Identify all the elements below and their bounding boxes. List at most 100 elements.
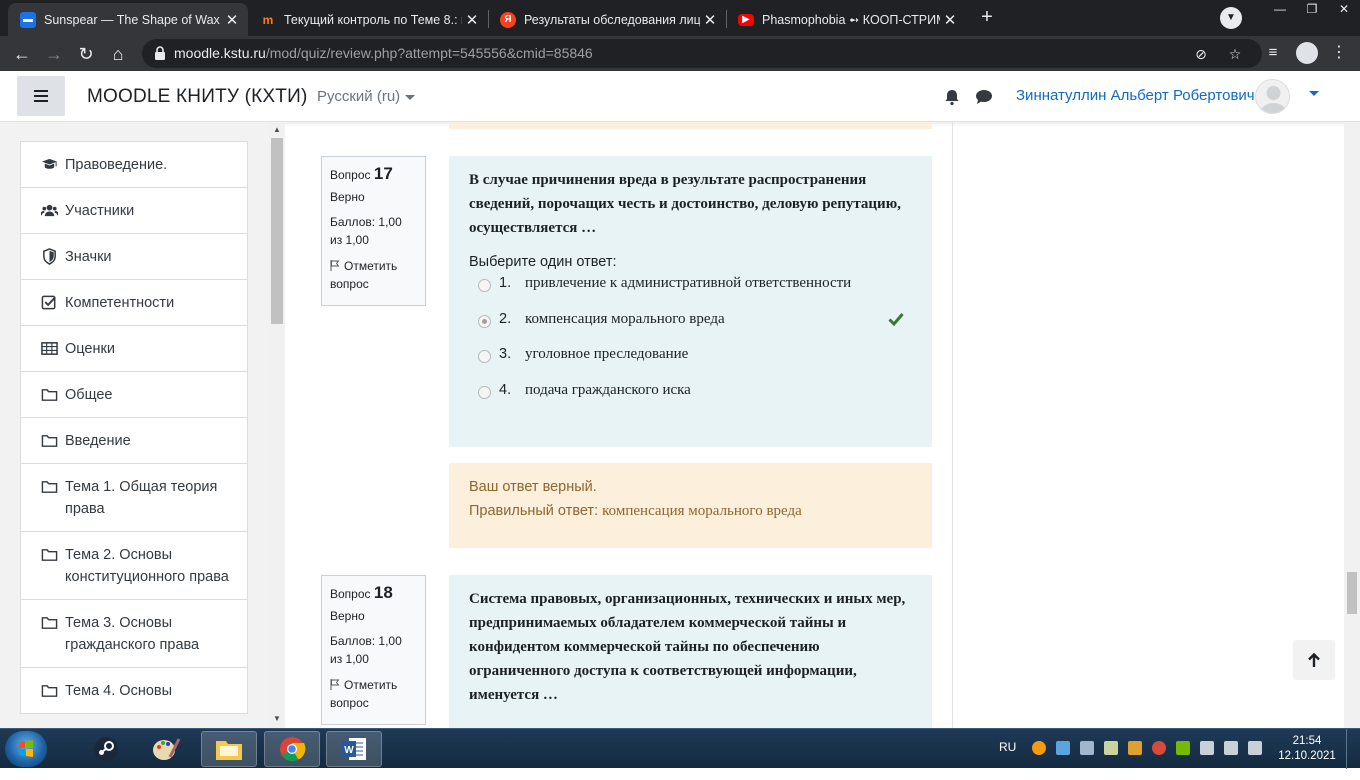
tray-nvidia-icon[interactable] — [1176, 741, 1190, 755]
nav-item-section-topic-4[interactable]: Тема 4. Основы — [20, 668, 248, 714]
folder-icon — [41, 389, 58, 401]
close-tab-icon[interactable]: ✕ — [700, 11, 720, 29]
back-to-top-button[interactable] — [1293, 640, 1335, 680]
youtube-icon: ▶ — [738, 13, 754, 26]
drawer-toggle-button[interactable] — [17, 76, 65, 116]
nav-item-course[interactable]: Правоведение. — [20, 141, 248, 188]
answer-text: уголовное преследование — [525, 346, 689, 362]
answer-radio[interactable] — [478, 279, 491, 292]
site-brand[interactable]: MOODLE КНИТУ (КХТИ) — [87, 86, 307, 108]
nav-item-grades[interactable]: Оценки — [20, 326, 248, 372]
bell-icon[interactable] — [943, 88, 961, 106]
tray-usb-icon[interactable] — [1104, 741, 1118, 755]
word-taskbar-button[interactable]: W — [326, 731, 382, 767]
system-clock[interactable]: 21:54 12.10.2021 — [1276, 734, 1338, 764]
page-scrollbar[interactable] — [1344, 122, 1360, 728]
chat-bubble-icon[interactable] — [975, 89, 993, 105]
close-tab-icon[interactable]: ✕ — [462, 11, 482, 29]
reload-button[interactable]: ↻ — [72, 40, 100, 68]
nav-item-label: Тема 1. Общая теория права — [65, 479, 218, 517]
user-avatar[interactable] — [1255, 79, 1290, 114]
maximize-button[interactable]: ❐ — [1296, 0, 1328, 20]
language-menu[interactable]: Русский (ru) — [317, 88, 416, 105]
folder-icon — [41, 435, 58, 447]
tray-network-icon[interactable] — [1080, 741, 1094, 755]
show-desktop-button[interactable] — [1346, 729, 1360, 769]
graduation-cap-icon — [41, 158, 58, 169]
course-nav-list: Правоведение. Участники Значки Компетент… — [20, 141, 248, 714]
paint-taskbar-button[interactable] — [138, 731, 194, 767]
browser-tab-1[interactable]: ▬ Sunspear — The Shape of Wax ✕ — [8, 3, 248, 36]
network-disconnected-icon[interactable] — [1224, 741, 1238, 755]
home-button[interactable]: ⌂ — [104, 40, 132, 68]
minimize-button[interactable]: — — [1264, 0, 1296, 20]
action-center-icon[interactable] — [1248, 741, 1262, 755]
chrome-icon — [280, 737, 306, 762]
forward-button[interactable]: → — [40, 40, 68, 68]
word-icon: W — [342, 738, 366, 760]
tray-app-icon[interactable] — [1032, 741, 1046, 755]
quiz-review-region: Вопрос 17 Верно Баллов: 1,00 из 1,00 Отм… — [300, 122, 952, 728]
bookmark-star-icon[interactable]: ☆ — [1226, 45, 1244, 63]
question-state: Верно — [330, 190, 365, 204]
nav-item-section-general[interactable]: Общее — [20, 372, 248, 418]
chrome-taskbar-button[interactable] — [264, 731, 320, 767]
user-menu-caret-icon[interactable] — [1309, 91, 1319, 96]
answer-radio[interactable] — [478, 350, 491, 363]
question-state: Верно — [330, 609, 365, 623]
close-tab-icon[interactable]: ✕ — [222, 11, 242, 29]
input-language[interactable]: RU — [999, 740, 1016, 780]
page-scrollbar-thumb[interactable] — [1347, 572, 1357, 614]
nav-item-participants[interactable]: Участники — [20, 188, 248, 234]
nav-item-competencies[interactable]: Компетентности — [20, 280, 248, 326]
table-icon — [41, 342, 58, 355]
right-answer: Правильный ответ: компенсация морального… — [469, 503, 912, 520]
moodle-icon: m — [262, 12, 274, 27]
answer-radio-selected[interactable] — [478, 314, 491, 328]
browser-tab-3[interactable]: Я Результаты обследования лица, ✕ — [488, 3, 726, 36]
new-tab-button[interactable]: + — [975, 6, 999, 30]
nav-item-section-intro[interactable]: Введение — [20, 418, 248, 464]
nav-item-section-topic-3[interactable]: Тема 3. Основы гражданского права — [20, 600, 248, 668]
tray-onedrive-icon[interactable] — [1056, 741, 1070, 755]
answer-number: 4. — [499, 381, 512, 398]
explorer-taskbar-button[interactable] — [201, 731, 257, 767]
browser-menu-icon[interactable]: ⋮ — [1330, 42, 1348, 64]
drawer-scrollbar-thumb[interactable] — [271, 138, 283, 324]
moodle-navbar: MOODLE КНИТУ (КХТИ) Русский (ru) Зиннату… — [0, 71, 1360, 122]
back-button[interactable]: ← — [8, 40, 36, 68]
address-bar[interactable]: moodle.kstu.ru/mod/quiz/review.php?attem… — [142, 39, 1262, 68]
browser-tab-4[interactable]: ▶ Phasmophobia ➻ КООП-СТРИМ ✕ — [726, 3, 966, 36]
question-text: В случае причинения вреда в результате р… — [469, 172, 901, 236]
reading-list-icon[interactable]: ≡ — [1262, 42, 1284, 64]
browser-profile-avatar[interactable] — [1296, 42, 1318, 64]
tray-app-icon[interactable] — [1128, 741, 1142, 755]
tab-search-icon[interactable]: ▼ — [1220, 7, 1242, 29]
close-tab-icon[interactable]: ✕ — [940, 11, 960, 29]
tray-app-icon[interactable] — [1152, 741, 1166, 755]
users-icon — [41, 204, 58, 217]
windows-taskbar: W RU 21:54 12.10.2021 — [0, 728, 1360, 769]
browser-tab-2[interactable]: m Текущий контроль по Теме 8.: п ✕ — [248, 3, 488, 36]
answer-number: 2. — [499, 310, 512, 327]
tab-title: Phasmophobia ➻ КООП-СТРИМ — [762, 13, 940, 27]
nav-item-badges[interactable]: Значки — [20, 234, 248, 280]
nav-item-section-topic-2[interactable]: Тема 2. Основы конституционного права — [20, 532, 248, 600]
eye-off-icon[interactable]: ⊘ — [1192, 45, 1210, 63]
nav-item-section-topic-1[interactable]: Тема 1. Общая теория права — [20, 464, 248, 532]
lock-icon — [155, 46, 165, 60]
scroll-down-arrow-icon[interactable]: ▼ — [272, 714, 282, 723]
arrow-up-icon — [1308, 652, 1320, 667]
close-window-button[interactable]: ✕ — [1328, 0, 1360, 20]
flag-question-link[interactable]: Отметить вопрос — [330, 676, 417, 712]
flag-question-link[interactable]: Отметить вопрос — [330, 257, 417, 293]
volume-icon[interactable] — [1200, 741, 1214, 755]
browser-tab-strip: ▬ Sunspear — The Shape of Wax ✕ m Текущи… — [0, 0, 1360, 36]
start-button[interactable] — [5, 731, 47, 767]
question-content-18: Система правовых, организационных, техни… — [449, 575, 932, 728]
steam-taskbar-button[interactable] — [78, 731, 134, 767]
scroll-up-arrow-icon[interactable]: ▲ — [272, 125, 282, 134]
user-name[interactable]: Зиннатуллин Альберт Робертович — [1016, 87, 1255, 104]
svg-text:W: W — [344, 745, 354, 756]
answer-radio[interactable] — [478, 385, 491, 399]
